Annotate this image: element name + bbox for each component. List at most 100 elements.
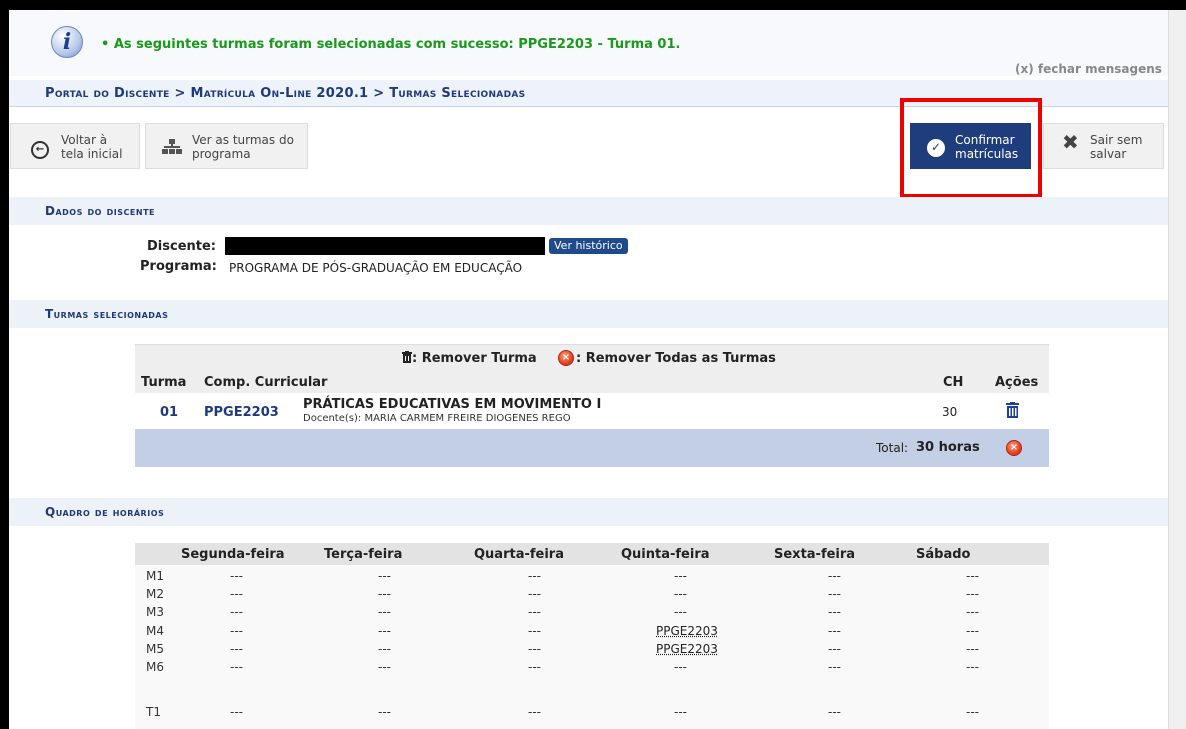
legend-remove-all: : Remover Todas as Turmas bbox=[576, 351, 776, 366]
schedule-cell-empty: --- bbox=[966, 642, 979, 656]
student-data-section: Dados do discente bbox=[9, 197, 1168, 225]
table-legend: : Remover Turma × : Remover Todas as Tur… bbox=[135, 344, 1049, 372]
schedule-cell-empty: --- bbox=[230, 587, 243, 601]
legend-remove-class: : Remover Turma bbox=[412, 351, 537, 366]
row-turma: 01 bbox=[160, 405, 179, 420]
back-arrow-icon: ← bbox=[31, 141, 49, 159]
schedule-cell-empty: --- bbox=[674, 705, 687, 719]
schedule-cell-empty: --- bbox=[230, 569, 243, 583]
student-label: Discente: bbox=[147, 239, 216, 254]
view-program-classes-button[interactable]: Ver as turmas do programa bbox=[145, 123, 308, 169]
schedule-slot-label: M1 bbox=[146, 569, 164, 583]
schedule-cell-class-link[interactable]: PPGE2203 bbox=[656, 624, 718, 638]
schedule-cell-empty: --- bbox=[378, 660, 391, 674]
schedule-section: Quadro de horários bbox=[9, 498, 1168, 526]
schedule-slot-label: M2 bbox=[146, 587, 164, 601]
schedule-cell-empty: --- bbox=[828, 705, 841, 719]
schedule-cell-empty: --- bbox=[674, 660, 687, 674]
schedule-cell-empty: --- bbox=[230, 705, 243, 719]
schedule-cell-empty: --- bbox=[966, 624, 979, 638]
view-classes-label-line2: programa bbox=[192, 147, 251, 161]
back-home-label-line2: tela inicial bbox=[61, 147, 123, 161]
exit-label-line2: salvar bbox=[1090, 147, 1127, 161]
schedule-cell-empty: --- bbox=[528, 705, 541, 719]
trash-icon bbox=[402, 351, 412, 363]
selected-classes-table: : Remover Turma × : Remover Todas as Tur… bbox=[135, 344, 1049, 474]
schedule-cell-empty: --- bbox=[230, 605, 243, 619]
schedule-slot-label: M6 bbox=[146, 660, 164, 674]
schedule-cell-empty: --- bbox=[528, 587, 541, 601]
schedule-cell-empty: --- bbox=[828, 624, 841, 638]
row-ch: 30 bbox=[942, 405, 958, 419]
schedule-cell-empty: --- bbox=[528, 569, 541, 583]
schedule-slot-label: M5 bbox=[146, 642, 164, 656]
breadcrumb-text: Portal do Discente > Matrícula On-Line 2… bbox=[45, 86, 526, 101]
schedule-cell-empty: --- bbox=[828, 605, 841, 619]
schedule-cell-empty: --- bbox=[378, 705, 391, 719]
day-header: Sexta-feira bbox=[774, 547, 856, 562]
info-icon: i bbox=[51, 26, 83, 58]
schedule-title: Quadro de horários bbox=[45, 505, 165, 519]
program-value: PROGRAMA DE PÓS-GRADUAÇÃO EM EDUCAÇÃO bbox=[229, 261, 523, 275]
remove-all-icon: × bbox=[558, 350, 574, 366]
exit-label-line1: Sair sem bbox=[1090, 133, 1143, 147]
schedule-cell-empty: --- bbox=[528, 642, 541, 656]
page: i • As seguintes turmas foram selecionad… bbox=[9, 10, 1168, 729]
redacted-name bbox=[225, 237, 545, 255]
schedule-cell-empty: --- bbox=[528, 624, 541, 638]
schedule-cell-empty: --- bbox=[230, 660, 243, 674]
schedule-cell-empty: --- bbox=[230, 642, 243, 656]
day-header: Segunda-feira bbox=[181, 547, 285, 562]
success-message: • As seguintes turmas foram selecionadas… bbox=[101, 37, 681, 52]
schedule-cell-empty: --- bbox=[966, 569, 979, 583]
selected-classes-title: Turmas selecionadas bbox=[45, 307, 169, 321]
schedule-cell-empty: --- bbox=[230, 624, 243, 638]
row-nome: PRÁTICAS EDUCATIVAS EM MOVIMENTO I bbox=[303, 397, 602, 412]
schedule-slot-label: T1 bbox=[146, 705, 161, 719]
table-header: Turma Comp. Curricular CH Ações bbox=[135, 371, 1049, 393]
header-acoes: Ações bbox=[995, 375, 1039, 390]
remove-class-trash-icon[interactable] bbox=[1006, 402, 1019, 418]
schedule-cell-empty: --- bbox=[966, 705, 979, 719]
schedule-cell-empty: --- bbox=[674, 605, 687, 619]
selected-classes-section: Turmas selecionadas bbox=[9, 300, 1168, 328]
total-value: 30 horas bbox=[916, 440, 980, 455]
header-comp: Comp. Curricular bbox=[204, 375, 328, 390]
student-data-title: Dados do discente bbox=[45, 204, 155, 218]
schedule-cell-empty: --- bbox=[828, 660, 841, 674]
vertical-scrollbar[interactable] bbox=[1168, 10, 1186, 729]
schedule-cell-class-link[interactable]: PPGE2203 bbox=[656, 642, 718, 656]
schedule-cell-empty: --- bbox=[828, 587, 841, 601]
back-home-button[interactable]: ← Voltar à tela inicial bbox=[10, 123, 140, 169]
schedule-cell-empty: --- bbox=[378, 642, 391, 656]
schedule-table: Segunda-feira Terça-feira Quarta-feira Q… bbox=[135, 543, 1049, 729]
day-header: Sábado bbox=[916, 547, 971, 562]
close-messages-link[interactable]: (x) fechar mensagens bbox=[1015, 62, 1162, 76]
schedule-cell-empty: --- bbox=[674, 569, 687, 583]
schedule-cell-empty: --- bbox=[966, 660, 979, 674]
schedule-cell-empty: --- bbox=[966, 587, 979, 601]
remove-all-button-icon[interactable]: × bbox=[1006, 440, 1022, 456]
exit-without-saving-button[interactable]: ✖ Sair sem salvar bbox=[1043, 123, 1164, 169]
view-history-button[interactable]: Ver histórico bbox=[549, 238, 628, 254]
day-header: Quinta-feira bbox=[621, 547, 710, 562]
view-classes-label-line1: Ver as turmas do bbox=[192, 133, 294, 147]
day-header: Quarta-feira bbox=[474, 547, 564, 562]
schedule-cell-empty: --- bbox=[378, 624, 391, 638]
schedule-cell-empty: --- bbox=[378, 587, 391, 601]
row-codigo: PPGE2203 bbox=[204, 405, 279, 420]
schedule-slot-label: M4 bbox=[146, 624, 164, 638]
day-header: Terça-feira bbox=[324, 547, 403, 562]
highlight-box bbox=[900, 98, 1042, 198]
back-home-label-line1: Voltar à bbox=[61, 133, 108, 147]
row-docente: Docente(s): MARIA CARMEM FREIRE DIOGENES… bbox=[303, 413, 571, 424]
schedule-cell-empty: --- bbox=[378, 569, 391, 583]
schedule-cell-empty: --- bbox=[674, 587, 687, 601]
schedule-slot-label: M3 bbox=[146, 605, 164, 619]
schedule-header: Segunda-feira Terça-feira Quarta-feira Q… bbox=[135, 543, 1049, 565]
schedule-cell-empty: --- bbox=[966, 605, 979, 619]
schedule-cell-empty: --- bbox=[828, 569, 841, 583]
table-total-row: Total: 30 horas × bbox=[135, 429, 1049, 467]
close-x-icon: ✖ bbox=[1062, 130, 1079, 154]
sitemap-icon bbox=[162, 139, 182, 154]
